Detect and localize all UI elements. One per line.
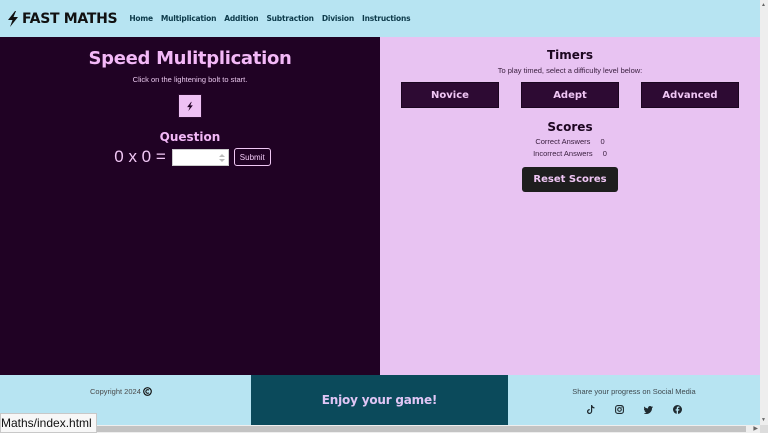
- nav-link-subtraction[interactable]: Subtraction: [266, 14, 314, 23]
- correct-answers-row: Correct Answers 0: [380, 137, 760, 146]
- nav-link-instructions[interactable]: Instructions: [362, 14, 411, 23]
- spinner-icon: [218, 153, 225, 162]
- nav-link-home[interactable]: Home: [129, 14, 153, 23]
- facebook-icon[interactable]: [673, 405, 682, 414]
- incorrect-answers-label: Incorrect Answers: [533, 149, 593, 158]
- copyright-icon: [143, 387, 152, 396]
- navbar: FAST MATHS Home Multiplication Addition …: [0, 0, 760, 37]
- scores-heading: Scores: [547, 120, 593, 134]
- start-bolt-button[interactable]: [178, 94, 202, 118]
- incorrect-answers-value: 0: [602, 149, 607, 158]
- game-panel: Speed Mulitplication Click on the lighte…: [0, 37, 380, 375]
- correct-answers-value: 0: [600, 137, 605, 146]
- scroll-down-arrow-icon[interactable]: ▼: [761, 417, 766, 423]
- page: FAST MATHS Home Multiplication Addition …: [0, 0, 760, 425]
- lightning-bolt-icon: [187, 101, 193, 111]
- adept-button[interactable]: Adept: [522, 83, 618, 107]
- timers-scores-panel: Timers To play timed, select a difficult…: [380, 37, 760, 375]
- nav-link-addition[interactable]: Addition: [224, 14, 258, 23]
- equation-text: 0 x 0 =: [114, 147, 166, 166]
- footer-social-section: Share your progress on Social Media: [508, 375, 760, 425]
- social-links: [508, 405, 760, 414]
- question-row: 0 x 0 = Submit: [5, 147, 380, 167]
- timers-hint: To play timed, select a difficulty level…: [497, 66, 643, 75]
- enjoy-tagline: Enjoy your game!: [321, 393, 438, 407]
- footer-tagline-section: Enjoy your game!: [251, 375, 508, 425]
- difficulty-buttons: Novice Adept Advanced: [380, 83, 760, 107]
- instagram-icon[interactable]: [615, 405, 624, 414]
- scrollbar-corner: [760, 425, 768, 433]
- share-text: Share your progress on Social Media: [572, 387, 696, 396]
- start-hint: Click on the lightening bolt to start.: [132, 75, 248, 84]
- scroll-right-arrow-icon[interactable]: ▶: [753, 425, 758, 432]
- nav-link-division[interactable]: Division: [322, 14, 354, 23]
- twitter-icon[interactable]: [644, 405, 653, 414]
- game-title: Speed Mulitplication: [88, 48, 292, 69]
- incorrect-answers-row: Incorrect Answers 0: [380, 149, 760, 158]
- advanced-button[interactable]: Advanced: [642, 83, 738, 107]
- question-heading: Question: [159, 130, 221, 144]
- horizontal-scroll-thumb[interactable]: [96, 426, 746, 432]
- brand-name: FAST MATHS: [22, 10, 118, 27]
- copyright: Copyright 2024: [90, 387, 152, 396]
- horizontal-scrollbar[interactable]: ▶: [0, 425, 760, 433]
- correct-answers-label: Correct Answers: [535, 137, 591, 146]
- reset-scores-button[interactable]: Reset Scores: [522, 167, 618, 192]
- nav-link-multiplication[interactable]: Multiplication: [161, 14, 217, 23]
- brand-logo-link[interactable]: FAST MATHS: [6, 0, 118, 37]
- status-bar-url: Maths/index.html: [0, 413, 97, 433]
- scroll-up-arrow-icon[interactable]: ▲: [761, 2, 766, 8]
- submit-button[interactable]: Submit: [233, 148, 271, 166]
- vertical-scrollbar[interactable]: ▲ ▼: [760, 0, 768, 425]
- timers-heading: Timers: [546, 48, 593, 62]
- novice-button[interactable]: Novice: [402, 83, 498, 107]
- lightning-bolt-icon: [8, 10, 18, 27]
- answer-input[interactable]: [171, 148, 229, 166]
- tiktok-icon[interactable]: [586, 405, 595, 414]
- copyright-text: Copyright 2024: [90, 387, 141, 396]
- nav-links: Home Multiplication Addition Subtraction…: [129, 14, 410, 23]
